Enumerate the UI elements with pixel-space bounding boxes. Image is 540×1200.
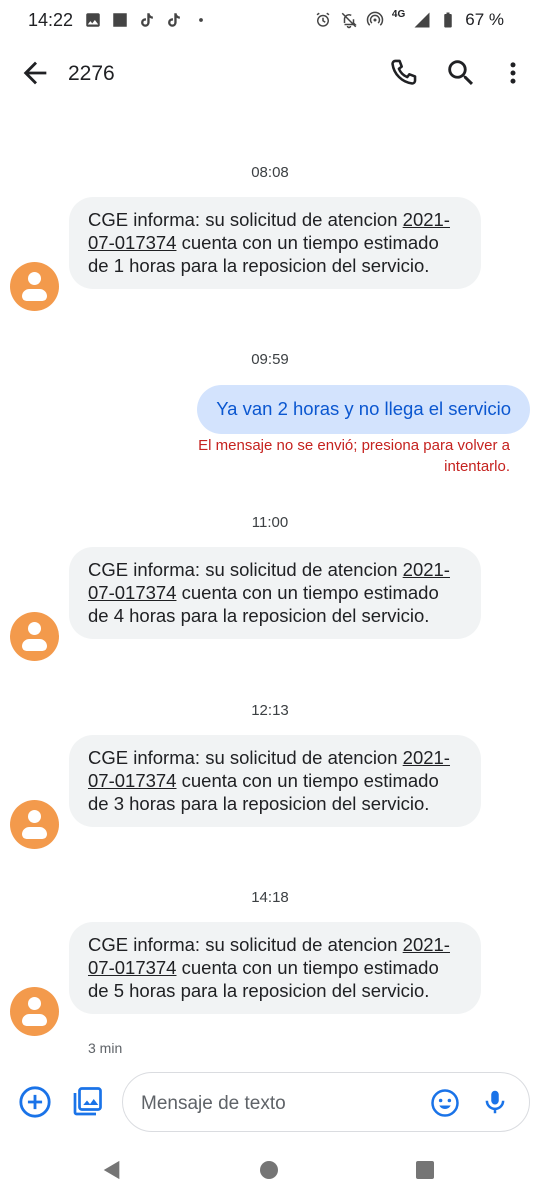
search-icon[interactable]: [444, 56, 478, 90]
send-failed-message[interactable]: El mensaje no se envió; presiona para vo…: [170, 435, 510, 477]
emoji-icon[interactable]: [430, 1088, 460, 1118]
back-arrow-icon[interactable]: [18, 56, 52, 90]
avatar[interactable]: [10, 987, 59, 1036]
app-bar: 2276: [0, 42, 540, 108]
nav-recents-icon[interactable]: [416, 1161, 434, 1179]
alarm-icon: [316, 12, 330, 27]
image-icon: [86, 13, 100, 27]
system-icons: 4G 67 %: [314, 8, 504, 30]
nav-back-icon[interactable]: [101, 1159, 123, 1181]
dot-icon: [199, 18, 203, 22]
notifications-off-icon: [341, 12, 357, 29]
hotspot-icon: [366, 11, 384, 26]
message-timestamp: 14:18: [251, 889, 289, 906]
incoming-message[interactable]: CGE informa: su solicitud de atencion 20…: [69, 547, 481, 639]
message-input-placeholder: Mensaje de texto: [141, 1093, 286, 1114]
message-time-ago: 3 min: [88, 1040, 123, 1056]
message-text: CGE informa: su solicitud de atencion: [88, 559, 398, 580]
message-text: CGE informa: su solicitud de atencion: [88, 747, 398, 768]
avatar[interactable]: [10, 612, 59, 661]
add-circle-icon[interactable]: [18, 1085, 52, 1119]
message-text: CGE informa: su solicitud de atencion: [88, 934, 398, 955]
incoming-message[interactable]: CGE informa: su solicitud de atencion 20…: [69, 197, 481, 289]
avatar[interactable]: [10, 800, 59, 849]
message-timestamp: 12:13: [251, 702, 289, 719]
message-timestamp: 11:00: [251, 514, 289, 531]
gallery-icon[interactable]: [69, 1084, 105, 1120]
message-timestamp: 08:08: [251, 164, 289, 181]
battery-icon: [444, 12, 452, 28]
battery-percent: 67 %: [465, 10, 504, 29]
message-text: CGE informa: su solicitud de atencion: [88, 209, 398, 230]
signal-icon: [414, 12, 430, 28]
square-icon: [113, 13, 127, 27]
network-type: 4G: [391, 8, 406, 20]
notification-icons: [84, 10, 210, 30]
more-vert-icon[interactable]: [498, 56, 528, 90]
incoming-message[interactable]: CGE informa: su solicitud de atencion 20…: [69, 735, 481, 827]
call-icon[interactable]: [386, 56, 420, 90]
message-input[interactable]: Mensaje de texto: [122, 1072, 530, 1132]
status-bar: 14:22 4G 67 %: [0, 0, 540, 42]
microphone-icon[interactable]: [480, 1086, 510, 1118]
conversation-title: 2276: [68, 62, 115, 85]
message-timestamp: 09:59: [251, 351, 289, 368]
nav-home-icon[interactable]: [260, 1161, 278, 1179]
outgoing-message[interactable]: Ya van 2 horas y no llega el servicio: [197, 385, 530, 434]
tiktok-icon: [168, 13, 180, 27]
tiktok-icon: [141, 13, 153, 27]
status-time: 14:22: [28, 10, 74, 30]
avatar[interactable]: [10, 262, 59, 311]
incoming-message[interactable]: CGE informa: su solicitud de atencion 20…: [69, 922, 481, 1014]
